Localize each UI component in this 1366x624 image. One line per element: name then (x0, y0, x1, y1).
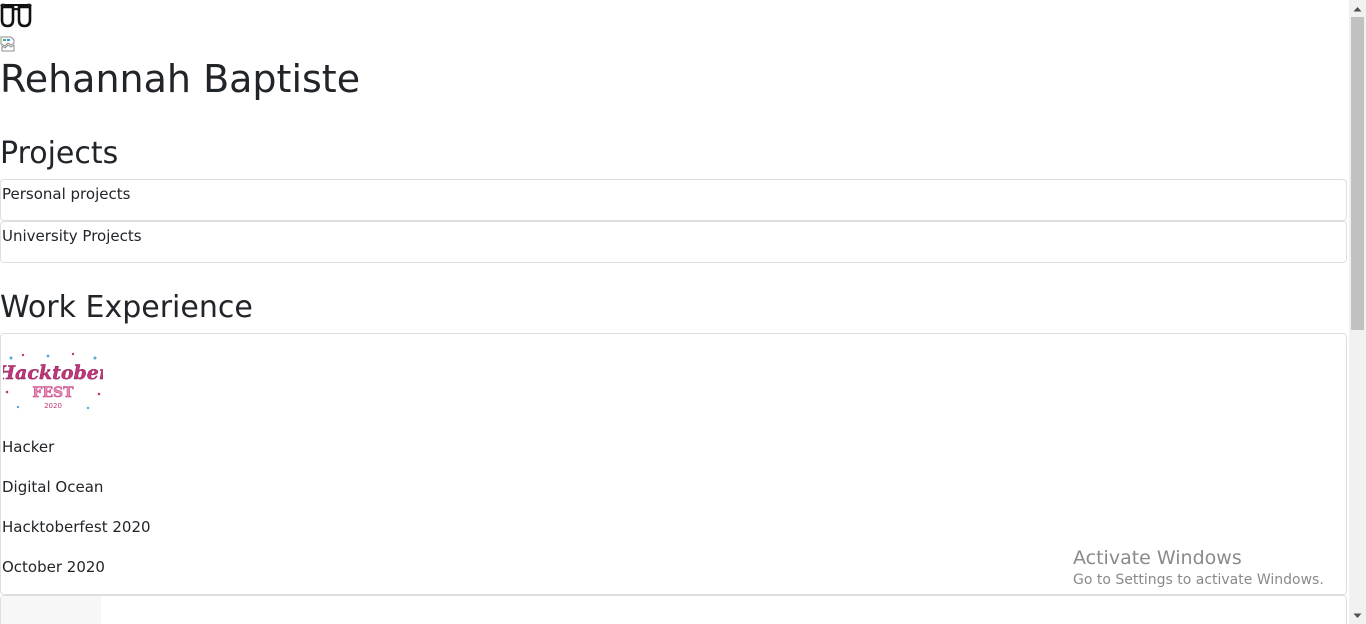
svg-text:Hacktober: Hacktober (3, 362, 103, 384)
scroll-up-button[interactable] (1349, 0, 1366, 17)
job-event: Hacktoberfest 2020 (2, 518, 151, 536)
watermark-title: Activate Windows (1073, 547, 1242, 569)
chevron-up-icon (1353, 6, 1362, 11)
hacktoberfest-logo: Hacktober FEST 2020 (3, 352, 103, 410)
job-role: Hacker (2, 438, 55, 456)
svg-text:2020: 2020 (44, 402, 62, 410)
page: Rehannah Baptiste Projects Personal proj… (0, 0, 1349, 624)
projects-heading: Projects (0, 136, 119, 171)
project-card-personal[interactable]: Personal projects (0, 179, 1347, 221)
project-card-university[interactable]: University Projects (0, 221, 1347, 263)
profile-name: Rehannah Baptiste (0, 57, 361, 101)
work-experience-card-next[interactable] (0, 595, 1347, 624)
glasses-icon (0, 3, 32, 28)
job-company: Digital Ocean (2, 478, 104, 496)
project-card-label: University Projects (2, 227, 142, 245)
broken-image-icon (0, 36, 15, 52)
project-card-label: Personal projects (2, 185, 131, 203)
vertical-scrollbar[interactable] (1349, 0, 1366, 624)
card-image-placeholder (1, 596, 101, 624)
scrollbar-thumb[interactable] (1351, 17, 1364, 330)
work-experience-heading: Work Experience (0, 290, 253, 325)
job-date: October 2020 (2, 558, 105, 576)
activate-windows-watermark: Activate Windows Go to Settings to activ… (1073, 546, 1324, 590)
svg-text:FEST: FEST (32, 385, 74, 401)
scroll-down-button[interactable] (1349, 607, 1366, 624)
chevron-down-icon (1353, 613, 1362, 618)
watermark-subtitle: Go to Settings to activate Windows. (1073, 572, 1324, 588)
